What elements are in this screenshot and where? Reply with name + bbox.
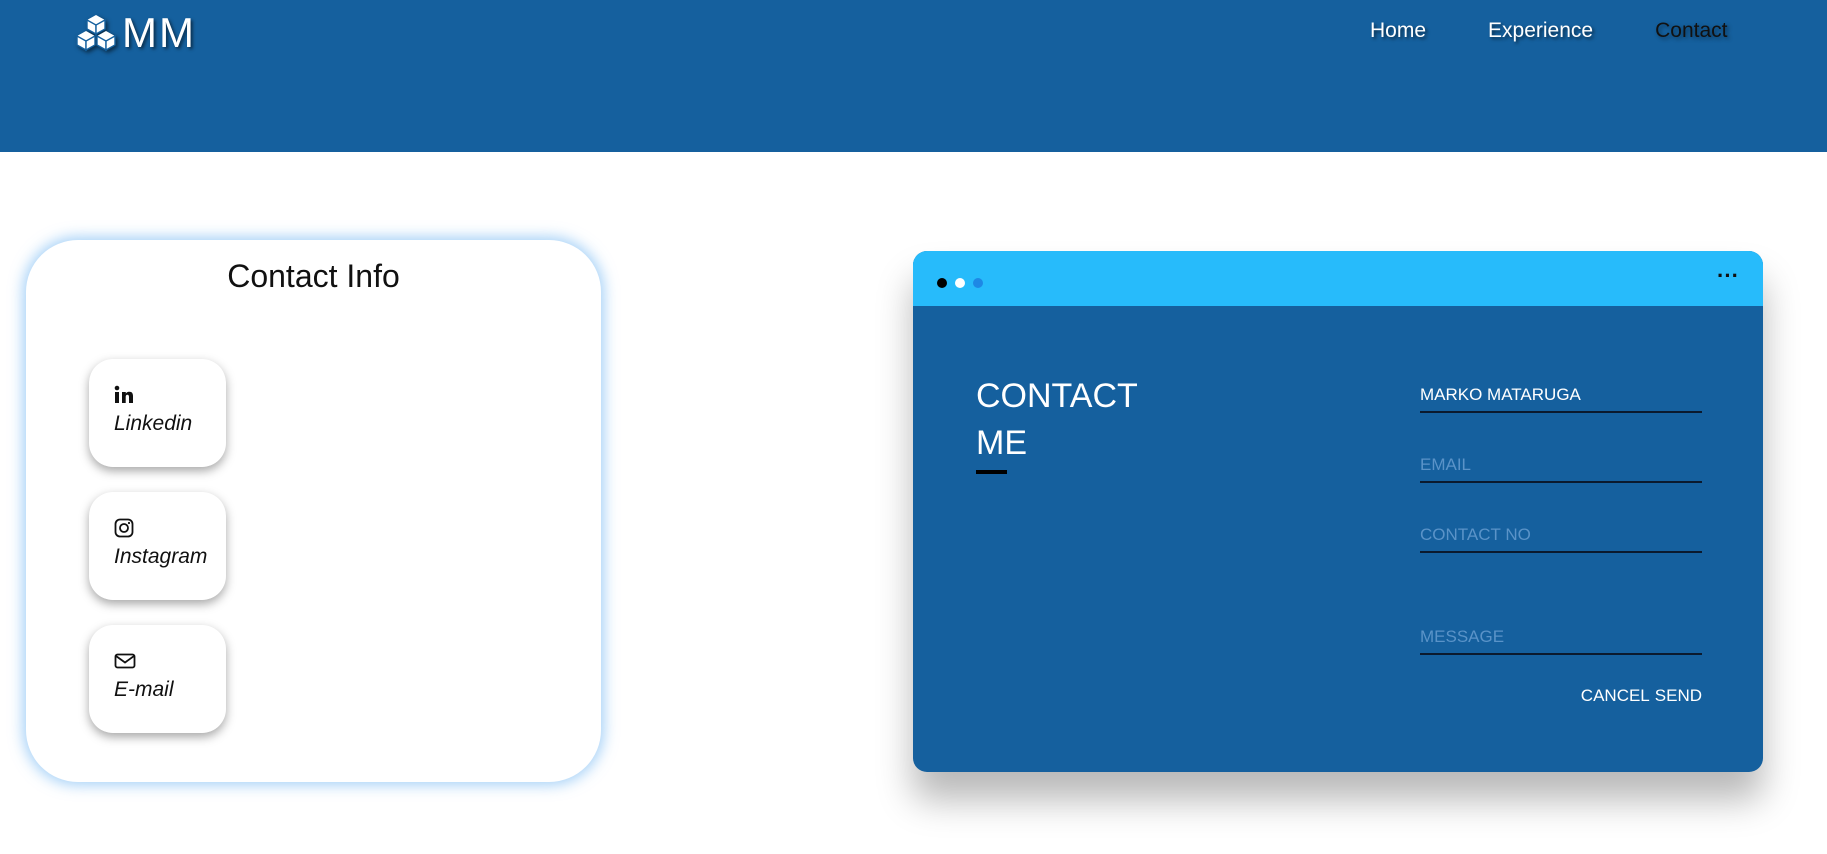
linkedin-card[interactable]: Linkedin [89, 359, 226, 467]
linkedin-icon [114, 385, 226, 407]
window-dot-white [955, 278, 965, 288]
window-title-bar: ··· [913, 251, 1763, 306]
contact-info-title: Contact Info [227, 258, 400, 294]
contact-info-card: Contact Info Linkedin Instagram E-mail [26, 240, 601, 782]
contact-no-input[interactable] [1420, 525, 1702, 553]
nav-contact-link[interactable]: Contact [1655, 18, 1727, 44]
cubes-icon [76, 15, 116, 52]
logo[interactable]: MM [74, 10, 196, 56]
contact-form-window: ··· CONTACT ME CANCEL SEND [913, 251, 1763, 772]
cancel-button[interactable]: CANCEL [1581, 686, 1650, 706]
nav-home-link[interactable]: Home [1370, 18, 1426, 44]
logo-text: MM [122, 9, 196, 56]
email-card[interactable]: E-mail [89, 625, 226, 733]
main-nav: Home Experience Contact [1370, 18, 1727, 44]
message-input[interactable] [1420, 627, 1702, 655]
instagram-icon [114, 518, 226, 540]
nav-experience-link[interactable]: Experience [1488, 18, 1593, 44]
email-input[interactable] [1420, 455, 1702, 483]
linkedin-label: Linkedin [114, 412, 193, 435]
window-dot-blue [973, 278, 983, 288]
contact-me-heading: CONTACT ME [976, 377, 1138, 462]
heading-underline [976, 470, 1007, 474]
form-actions: CANCEL SEND [1581, 686, 1702, 706]
send-button[interactable]: SEND [1655, 686, 1702, 706]
window-dot-black [937, 278, 947, 288]
site-header: MM Home Experience Contact [0, 0, 1827, 152]
instagram-label: Instagram [114, 545, 208, 568]
instagram-card[interactable]: Instagram [89, 492, 226, 600]
name-input[interactable] [1420, 385, 1702, 413]
more-icon[interactable]: ··· [1717, 265, 1739, 287]
envelope-icon [114, 651, 226, 673]
email-label: E-mail [114, 678, 174, 701]
